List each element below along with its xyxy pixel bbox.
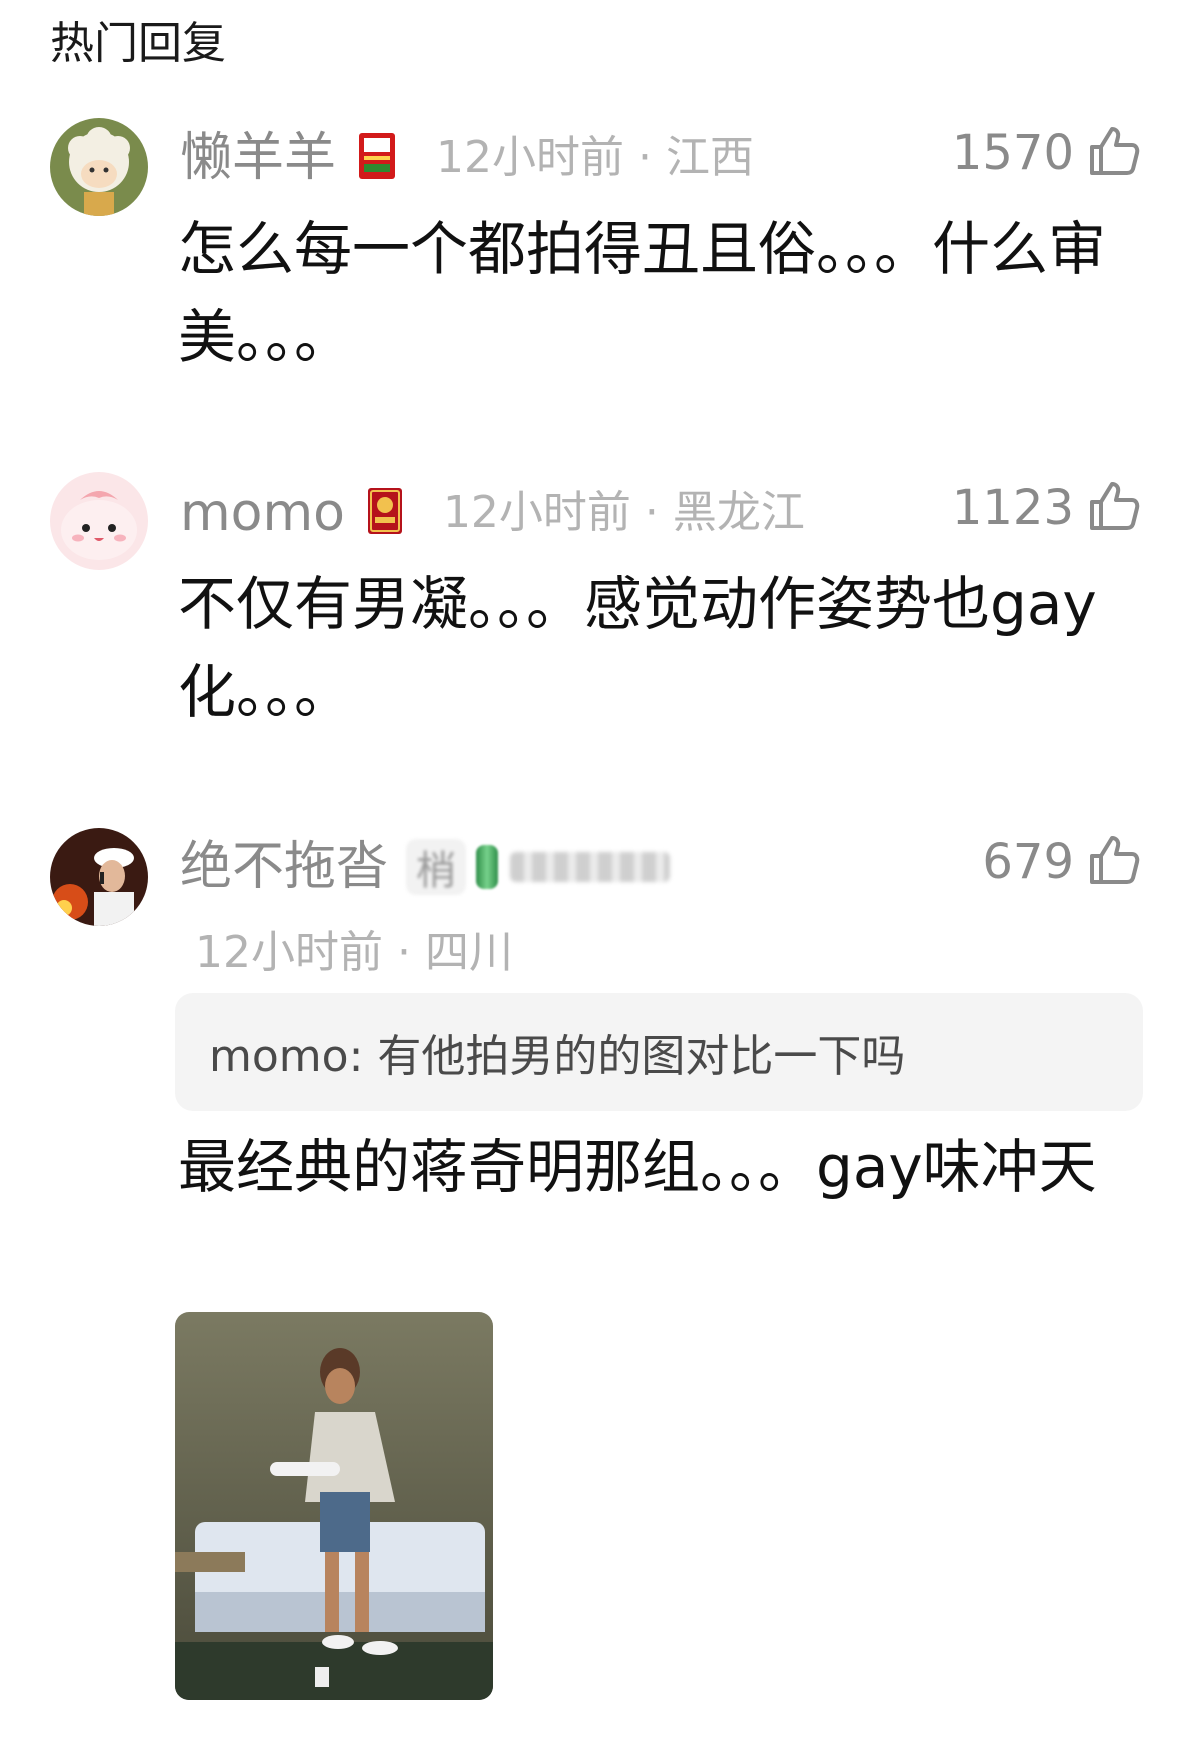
like-button[interactable]: 1570 xyxy=(952,118,1140,188)
red-medal-badge-icon xyxy=(367,487,403,539)
avatar[interactable] xyxy=(50,828,148,926)
time-location: 12小时前 · 江西 xyxy=(436,132,754,183)
red-card-badge-icon xyxy=(358,132,396,184)
gem-badge-icon xyxy=(476,845,499,889)
username[interactable]: momo xyxy=(180,478,345,548)
like-button[interactable]: 679 xyxy=(982,827,1140,897)
blurred-badge-text xyxy=(510,852,671,882)
section-title: 热门回复 xyxy=(50,18,226,69)
like-count: 1570 xyxy=(951,125,1074,181)
quoted-reply[interactable]: momo: 有他拍男的的图对比一下吗 xyxy=(175,993,1143,1111)
time-location: 12小时前 · 四川 xyxy=(195,927,513,978)
thumbs-up-icon xyxy=(1088,480,1140,536)
avatar[interactable] xyxy=(50,472,148,570)
photo-thumbnail-icon[interactable] xyxy=(175,1312,493,1700)
blurred-user-tag: 梢 xyxy=(406,839,467,895)
username[interactable]: 懒羊羊 xyxy=(180,123,336,193)
avatar[interactable] xyxy=(50,118,148,216)
like-count: 679 xyxy=(982,834,1074,890)
username[interactable]: 绝不拖沓 xyxy=(180,832,388,902)
like-count: 1123 xyxy=(951,480,1074,536)
comment-text: 怎么每一个都拍得丑且俗。。。什么审美。。。 xyxy=(178,215,1107,371)
comment-text: 不仅有男凝。。。感觉动作姿势也gay化。。。 xyxy=(178,570,1097,726)
like-button[interactable]: 1123 xyxy=(952,473,1140,543)
time-location: 12小时前 · 黑龙江 xyxy=(442,487,805,538)
thumbs-up-icon xyxy=(1088,834,1140,890)
thumbs-up-icon xyxy=(1088,125,1140,181)
comment-text: 最经典的蒋奇明那组。。。gay味冲天 xyxy=(178,1133,1097,1201)
